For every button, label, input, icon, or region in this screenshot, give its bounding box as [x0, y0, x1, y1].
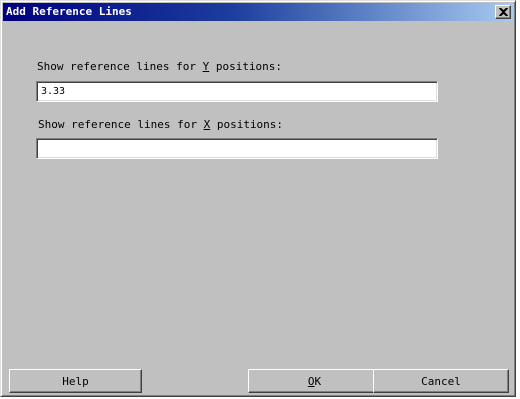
y-positions-label: Show reference lines for Y positions: — [37, 60, 283, 73]
ok-button[interactable]: OK — [248, 369, 381, 393]
title-bar: Add Reference Lines — [3, 3, 513, 21]
x-positions-label: Show reference lines for X positions: — [38, 118, 284, 131]
dialog-title: Add Reference Lines — [6, 5, 132, 18]
cancel-button[interactable]: Cancel — [373, 369, 509, 393]
x-positions-input[interactable] — [36, 138, 438, 159]
add-reference-lines-dialog: Add Reference Lines Show reference lines… — [0, 0, 516, 397]
y-positions-input[interactable] — [36, 81, 438, 102]
close-button[interactable] — [495, 5, 511, 19]
close-icon — [498, 8, 508, 16]
help-button[interactable]: Help — [9, 369, 142, 393]
